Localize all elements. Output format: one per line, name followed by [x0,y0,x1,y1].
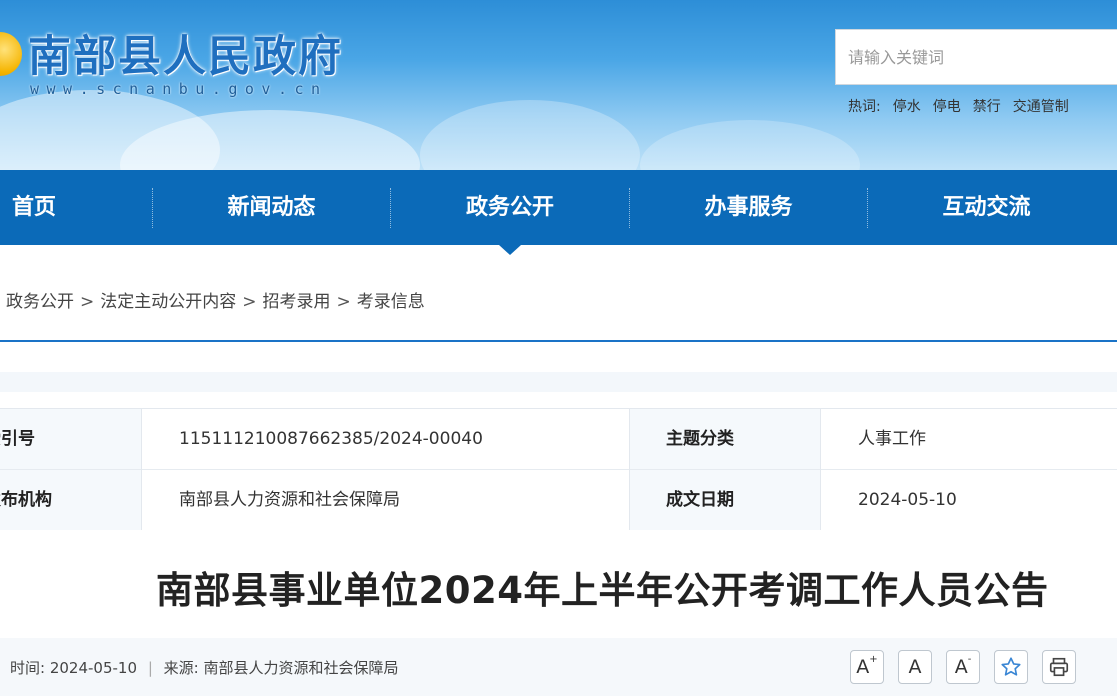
breadcrumb-gov-affairs[interactable]: 政务公开 [6,292,74,312]
printer-icon [1049,657,1069,677]
breadcrumb-recruitment[interactable]: 招考录用 [263,292,331,312]
header-cloud [420,100,640,170]
info-separator: | [147,659,153,677]
content-band [0,372,1117,392]
font-increase-button[interactable]: A+ [850,650,884,684]
site-url: www.scnanbu.gov.cn [30,80,328,98]
time-label: 时间: [10,659,46,677]
breadcrumb-statutory-disclosure[interactable]: 法定主动公开内容 [100,292,236,312]
hot-words: 热词: 停水 停电 禁行 交通管制 [848,96,1069,116]
meta-row: 发布机构 南部县人力资源和社会保障局 成文日期 2024-05-10 [0,469,1117,530]
topic-value: 人事工作 [821,409,1117,469]
font-decrease-button[interactable]: A- [946,650,980,684]
hot-word-no-traffic[interactable]: 禁行 [973,96,1001,116]
source-label: 来源: [163,659,199,677]
star-icon [1001,657,1021,676]
breadcrumb-separator: > [336,292,351,312]
hot-word-water-outage[interactable]: 停水 [893,96,921,116]
favorite-button[interactable] [994,650,1028,684]
meta-row: 索引号 115111210087662385/2024-00040 主题分类 人… [0,409,1117,469]
breadcrumb-separator: > [242,292,257,312]
publisher-label: 发布机构 [0,470,141,530]
document-meta-table: 索引号 115111210087662385/2024-00040 主题分类 人… [0,408,1117,530]
nav-item-gov-affairs[interactable]: 政务公开 [391,170,629,245]
source-value: 南部县人力资源和社会保障局 [203,659,399,677]
publisher-value: 南部县人力资源和社会保障局 [142,470,629,530]
topic-label: 主题分类 [630,409,820,469]
index-number-label: 索引号 [0,409,141,469]
hot-word-power-outage[interactable]: 停电 [933,96,961,116]
government-emblem-icon[interactable] [0,32,22,76]
time-value: 2024-05-10 [49,659,138,677]
nav-item-home[interactable]: 首页 [0,170,68,245]
font-normal-button[interactable]: A [898,650,932,684]
nav-item-services[interactable]: 办事服务 [630,170,867,245]
font-decrease-icon: A [954,656,968,678]
minus-sign: - [967,654,972,665]
site-title[interactable]: 南部县人民政府 [28,22,343,84]
breadcrumb-underline [0,340,1117,342]
plus-sign: + [869,654,878,665]
search-input[interactable] [835,29,1117,85]
main-nav: 首页 新闻动态 政务公开 办事服务 互动交流 [0,170,1117,245]
site-header: 南部县人民政府 www.scnanbu.gov.cn 热词: 停水 停电 禁行 … [0,0,1117,170]
index-number-value: 115111210087662385/2024-00040 [142,409,629,469]
table-divider [629,409,630,529]
table-divider [820,409,821,529]
print-button[interactable] [1042,650,1076,684]
date-label: 成文日期 [630,470,820,530]
breadcrumb-separator: > [80,292,95,312]
article-title: 南部县事业单位2024年上半年公开考调工作人员公告 [156,569,1049,612]
active-nav-indicator [499,245,521,255]
hot-words-label: 热词: [848,99,881,115]
hot-word-traffic-control[interactable]: 交通管制 [1013,96,1069,116]
nav-item-interaction[interactable]: 互动交流 [868,170,1105,245]
nav-item-news[interactable]: 新闻动态 [153,170,390,245]
font-normal-icon: A [908,656,922,678]
header-cloud [640,120,860,170]
date-value: 2024-05-10 [821,470,1117,530]
table-divider [141,409,142,529]
article-info: 时间: 2024-05-10 | 来源: 南部县人力资源和社会保障局 [10,657,399,678]
breadcrumb-exam-info[interactable]: 考录信息 [357,292,425,312]
font-increase-icon: A [856,656,870,678]
breadcrumb: 政务公开 > 法定主动公开内容 > 招考录用 > 考录信息 [6,287,425,312]
